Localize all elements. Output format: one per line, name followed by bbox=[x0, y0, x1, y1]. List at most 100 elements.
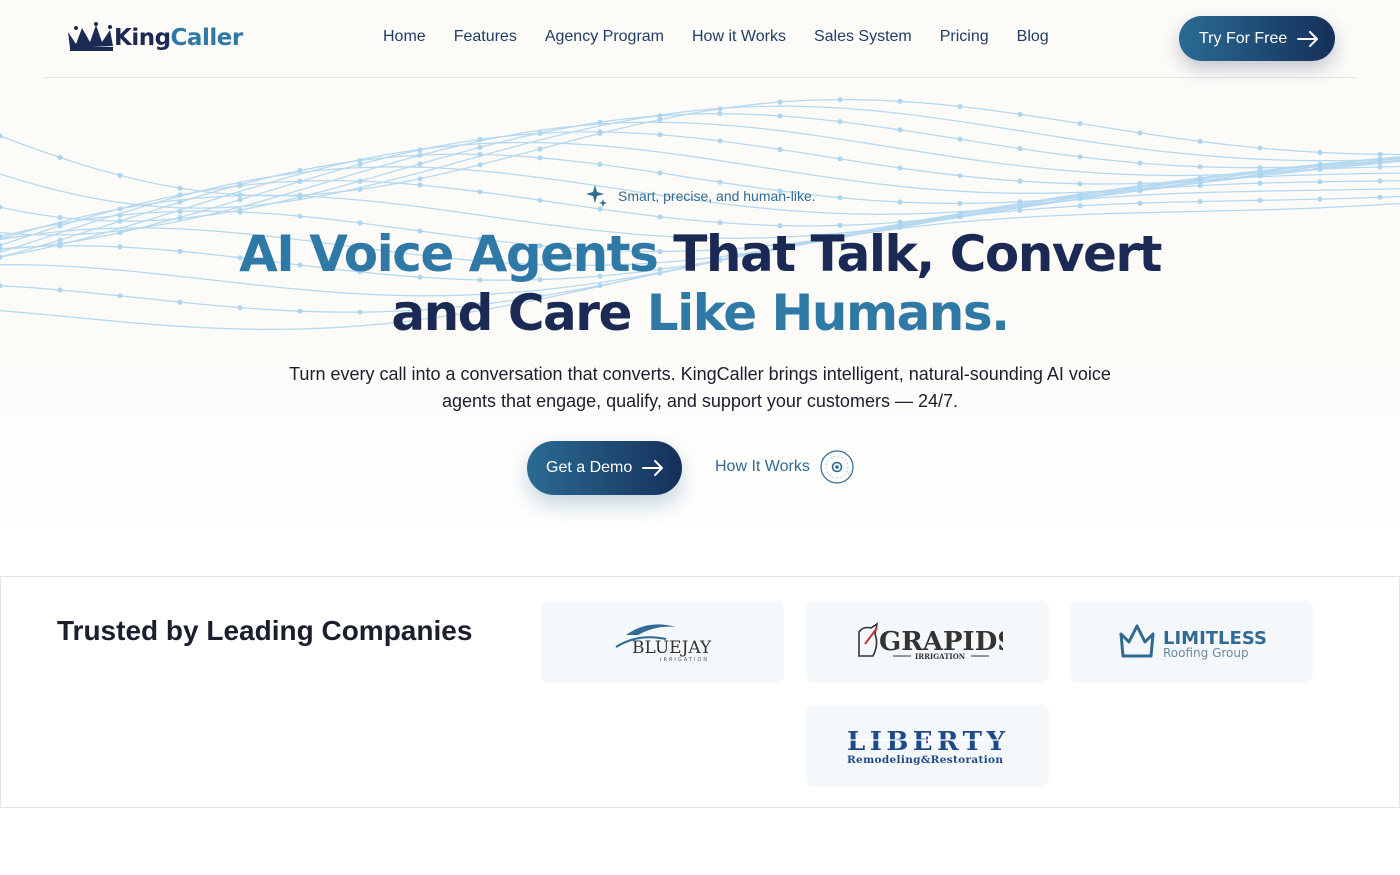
wave-dot bbox=[1317, 161, 1323, 167]
nav-agency-program[interactable]: Agency Program bbox=[545, 28, 664, 46]
wave-dot bbox=[717, 138, 723, 144]
wave-dot bbox=[1377, 194, 1383, 200]
wave-dot bbox=[177, 192, 183, 198]
wave-dot bbox=[537, 155, 543, 161]
wave-dot bbox=[597, 119, 603, 125]
sparkle-icon bbox=[586, 185, 607, 207]
hero-title-part2: That Talk, Convert bbox=[673, 225, 1162, 283]
wave-dot bbox=[177, 214, 183, 220]
wave-dot bbox=[0, 204, 3, 210]
wave-dot bbox=[657, 170, 663, 176]
hero-title-part1: AI Voice Agents bbox=[239, 225, 659, 283]
hero-title: AI Voice Agents That Talk, Convert and C… bbox=[0, 225, 1400, 343]
wave-dot bbox=[1137, 160, 1143, 166]
wave-dot bbox=[657, 214, 663, 220]
hero-title-part4: Like Humans. bbox=[646, 284, 1010, 342]
wave-dot bbox=[1197, 183, 1203, 189]
wave-dot bbox=[717, 111, 723, 117]
wave-dot bbox=[1197, 175, 1203, 181]
trusted-by-section: Trusted by Leading Companies BLUEJAY IRR… bbox=[0, 576, 1400, 808]
logo-bluejay: BLUEJAY IRRIGATION bbox=[541, 601, 784, 683]
wave-dot bbox=[657, 132, 663, 138]
get-a-demo-button[interactable]: Get a Demo bbox=[527, 441, 682, 495]
hero-title-part3: and Care bbox=[391, 284, 632, 342]
liberty-logo: LIBERTY Remodeling&Restoration bbox=[846, 727, 1007, 766]
wave-dot bbox=[777, 146, 783, 152]
wave-dot bbox=[417, 147, 423, 153]
bluejay-logo: BLUEJAY IRRIGATION bbox=[614, 624, 711, 663]
trusted-title: Trusted by Leading Companies bbox=[57, 615, 473, 646]
wave-dot bbox=[1017, 207, 1023, 213]
limitless-logo: LIMITLESS Roofing Group bbox=[1119, 624, 1266, 660]
get-a-demo-label: Get a Demo bbox=[546, 459, 633, 476]
wave-dot bbox=[777, 99, 783, 105]
wave-dot bbox=[1317, 179, 1323, 185]
hero-tagline: Smart, precise, and human-like. bbox=[586, 184, 816, 208]
navbar: KingCaller Home Features Agency Program … bbox=[44, 0, 1356, 78]
nav-features[interactable]: Features bbox=[454, 28, 517, 46]
wave-dot bbox=[297, 178, 303, 184]
wave-dot bbox=[1257, 145, 1263, 151]
wave-dot bbox=[957, 200, 963, 206]
wave-dot bbox=[237, 197, 243, 203]
brand-logo[interactable]: KingCaller bbox=[66, 22, 243, 52]
how-it-works-button[interactable]: How It Works bbox=[715, 450, 854, 484]
wave-dot bbox=[837, 195, 843, 201]
wave-dot bbox=[537, 146, 543, 152]
wave-dot bbox=[537, 130, 543, 136]
wave-dot bbox=[897, 165, 903, 171]
wave-dot bbox=[597, 129, 603, 135]
wave-dot bbox=[1137, 200, 1143, 206]
arrow-right-icon bbox=[642, 460, 664, 476]
nav-pricing[interactable]: Pricing bbox=[940, 28, 989, 46]
arrow-right-icon bbox=[1297, 30, 1319, 47]
grapids-logo: GRAPIDS IRRIGATION bbox=[857, 622, 1003, 661]
nav-blog[interactable]: Blog bbox=[1017, 28, 1049, 46]
wave-dot bbox=[1077, 193, 1083, 199]
wave-dot bbox=[117, 172, 123, 178]
wave-dot bbox=[897, 127, 903, 133]
wave-dot bbox=[897, 98, 903, 104]
wave-dot bbox=[57, 214, 63, 220]
svg-text:IRRIGATION: IRRIGATION bbox=[915, 652, 966, 661]
play-circle-icon bbox=[820, 450, 854, 484]
wave-dot bbox=[477, 189, 483, 195]
nav-how-it-works[interactable]: How it Works bbox=[692, 28, 786, 46]
brand-name-part1: King bbox=[114, 25, 171, 51]
wave-dot bbox=[1377, 178, 1383, 184]
wave-dot bbox=[357, 186, 363, 192]
wave-dot bbox=[357, 178, 363, 184]
wave-dot bbox=[777, 113, 783, 119]
wave-dot bbox=[117, 206, 123, 212]
try-for-free-label: Try For Free bbox=[1199, 29, 1288, 47]
wave-dot bbox=[417, 161, 423, 167]
wave-dot bbox=[177, 199, 183, 205]
wave-dot bbox=[57, 154, 63, 161]
nav-sales-system[interactable]: Sales System bbox=[814, 28, 912, 46]
wave-dot bbox=[837, 156, 843, 162]
wave-dot bbox=[297, 167, 303, 174]
wave-dot bbox=[897, 199, 903, 205]
wave-dot bbox=[1137, 130, 1143, 136]
wave-dot bbox=[1317, 166, 1323, 172]
wave-dot bbox=[237, 209, 243, 215]
wave-dot bbox=[837, 97, 843, 103]
wave-dot bbox=[117, 212, 123, 218]
wave-dot bbox=[237, 183, 243, 189]
wave-dot bbox=[477, 144, 483, 150]
wave-dot bbox=[477, 162, 483, 168]
try-for-free-button[interactable]: Try For Free bbox=[1179, 16, 1335, 61]
wave-dot bbox=[1017, 201, 1023, 207]
svg-text:Roofing Group: Roofing Group bbox=[1163, 646, 1249, 660]
wave-dot bbox=[657, 113, 663, 119]
wave-dot bbox=[1377, 156, 1383, 162]
wave-dot bbox=[417, 152, 423, 158]
wave-dot bbox=[957, 173, 963, 179]
brand-name-part2: Caller bbox=[170, 25, 244, 51]
logo-limitless: LIMITLESS Roofing Group bbox=[1070, 601, 1313, 683]
wave-dot bbox=[1077, 154, 1083, 160]
wave-dot bbox=[537, 197, 543, 203]
svg-text:LIBERTY: LIBERTY bbox=[847, 727, 1007, 757]
nav-home[interactable]: Home bbox=[383, 28, 426, 46]
wave-dot bbox=[1197, 164, 1203, 170]
